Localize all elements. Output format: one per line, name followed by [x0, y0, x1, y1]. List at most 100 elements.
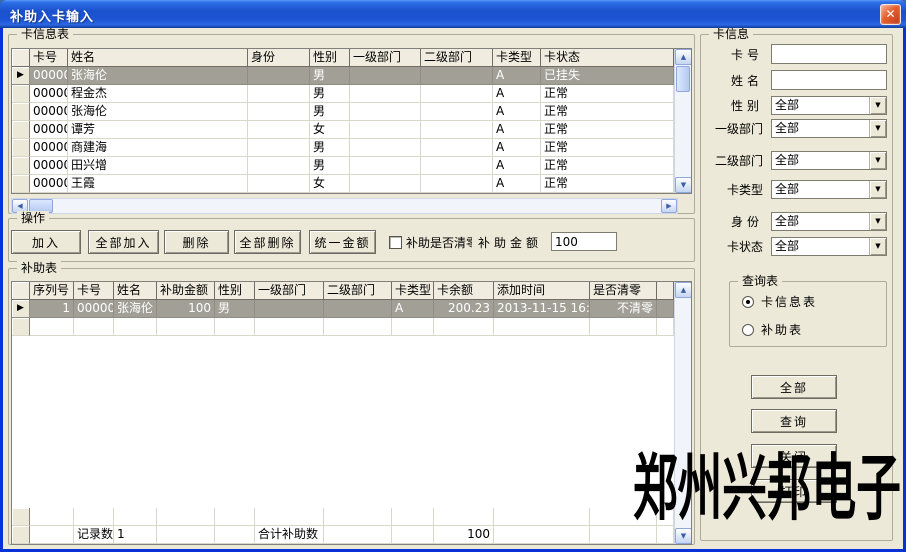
gender-label: 性别 — [705, 99, 763, 114]
table-row[interactable]: 000007 田兴增 男 A 正常 — [12, 157, 674, 175]
clear-subsidy-checkbox[interactable] — [389, 236, 402, 249]
row-indicator-icon: ▶ — [17, 303, 24, 313]
delete-all-button[interactable]: 全部删除 — [234, 230, 301, 254]
column-header: 卡号 — [74, 282, 114, 300]
clear-subsidy-checkbox-label: 补助是否清零 — [406, 236, 472, 251]
client-area: 卡信息表 卡号 姓名 身份 性别 一级部门 二级部门 卡类型 卡状态 — [3, 28, 903, 549]
group-card-info-search: 卡信息 卡号 姓名 性别 全部 ▼ 一级部门 全部 ▼ 二级部门 全部 ▼ 卡类… — [700, 34, 893, 541]
card-type-label: 卡类型 — [705, 183, 763, 198]
chevron-down-icon[interactable]: ▼ — [869, 97, 886, 114]
group-label-query-table: 查询表 — [738, 274, 782, 289]
card-type-select[interactable]: 全部 ▼ — [771, 180, 887, 199]
scroll-up-icon[interactable]: ▲ — [675, 282, 692, 298]
titlebar: 补助入卡输入 ✕ — [0, 0, 906, 28]
group-label-card-info-table: 卡信息表 — [17, 28, 73, 42]
add-all-button[interactable]: 全部加入 — [88, 230, 159, 254]
group-label-subsidy-table: 补助表 — [17, 261, 61, 276]
scroll-down-icon[interactable]: ▼ — [675, 528, 692, 544]
row-indicator-icon: ▶ — [17, 70, 24, 80]
chevron-down-icon[interactable]: ▼ — [869, 238, 886, 255]
table-row[interactable]: 000002 程金杰 男 A 正常 — [12, 85, 674, 103]
card-no-input[interactable] — [771, 44, 887, 64]
chevron-down-icon[interactable]: ▼ — [869, 181, 886, 198]
radio-card-info-table-label: 卡信息表 — [761, 295, 817, 310]
scrollbar-track[interactable] — [54, 199, 661, 213]
window-title: 补助入卡输入 — [10, 6, 94, 25]
group-operation: 操作 加入 全部加入 删除 全部删除 统一金额 补助是否清零 补助金额 — [8, 218, 695, 262]
column-header: 二级部门 — [421, 49, 493, 67]
radio-card-info-table[interactable] — [742, 296, 754, 308]
scroll-up-icon[interactable]: ▲ — [675, 49, 692, 65]
scrollbar-thumb[interactable] — [676, 66, 690, 92]
table-row[interactable]: 000006 商建海 男 A 正常 — [12, 139, 674, 157]
radio-subsidy-table[interactable] — [742, 324, 754, 336]
all-button[interactable]: 全部 — [751, 375, 837, 399]
subsidy-grid-header: 序列号 卡号 姓名 补助金额 性别 一级部门 二级部门 卡类型 卡余额 添加时间… — [12, 282, 674, 300]
column-header: 卡状态 — [541, 49, 674, 67]
card-status-select[interactable]: 全部 ▼ — [771, 237, 887, 256]
add-button[interactable]: 加入 — [11, 230, 81, 254]
dept2-label: 二级部门 — [705, 154, 763, 169]
identity-label: 身份 — [705, 215, 763, 230]
column-header: 添加时间 — [494, 282, 590, 300]
subsidy-amount-label: 补助金额 — [478, 236, 542, 251]
records-count-label: 记录数 — [74, 526, 114, 544]
column-header: 一级部门 — [255, 282, 324, 300]
table-row[interactable] — [12, 318, 674, 336]
table-row[interactable]: ▶ 1 000001 张海伦 100 男 A 200.23 2013-11-15… — [12, 300, 674, 318]
summary-row: 记录数 1 合计补助数 100 — [12, 526, 674, 544]
delete-button[interactable]: 删除 — [164, 230, 229, 254]
column-header: 补助金额 — [157, 282, 215, 300]
radio-subsidy-table-label: 补助表 — [761, 323, 803, 338]
column-header: 二级部门 — [324, 282, 392, 300]
column-header: 身份 — [248, 49, 310, 67]
scroll-right-icon[interactable]: ▶ — [661, 199, 677, 213]
table-row[interactable]: 000005 谭芳 女 A 正常 — [12, 121, 674, 139]
unify-amount-button[interactable]: 统一金额 — [309, 230, 376, 254]
table-row[interactable]: 000008 王霞 女 A 正常 — [12, 175, 674, 193]
card-no-label: 卡号 — [705, 48, 763, 63]
column-header: 性别 — [215, 282, 255, 300]
horizontal-scrollbar: ◀ ▶ — [11, 198, 678, 214]
chevron-down-icon[interactable]: ▼ — [869, 213, 886, 230]
table-row[interactable]: 000003 张海伦 男 A 正常 — [12, 103, 674, 121]
close-window-button[interactable]: 关闭 — [751, 444, 837, 468]
scrollbar-track[interactable] — [675, 93, 691, 177]
gender-select[interactable]: 全部 ▼ — [771, 96, 887, 115]
subsidy-grid-footer-area: 记录数 1 合计补助数 100 — [12, 508, 674, 544]
dept2-select[interactable]: 全部 ▼ — [771, 151, 887, 170]
close-icon: ✕ — [885, 7, 895, 21]
chevron-down-icon[interactable]: ▼ — [869, 152, 886, 169]
vertical-scrollbar: ▲ ▼ — [674, 49, 691, 193]
column-header: 卡类型 — [392, 282, 434, 300]
table-row[interactable]: ▶ 000001 张海伦 男 A 已挂失 — [12, 67, 674, 85]
identity-select[interactable]: 全部 ▼ — [771, 212, 887, 231]
close-button[interactable]: ✕ — [880, 4, 901, 25]
subsidy-grid: 序列号 卡号 姓名 补助金额 性别 一级部门 二级部门 卡类型 卡余额 添加时间… — [11, 281, 692, 545]
name-input[interactable] — [771, 70, 887, 90]
subsidy-amount-input[interactable] — [551, 232, 617, 251]
group-label-operation: 操作 — [17, 211, 49, 226]
chevron-down-icon[interactable]: ▼ — [869, 120, 886, 137]
column-header: 一级部门 — [350, 49, 421, 67]
card-info-grid-header: 卡号 姓名 身份 性别 一级部门 二级部门 卡类型 卡状态 — [12, 49, 674, 67]
column-header: 卡类型 — [493, 49, 541, 67]
name-label: 姓名 — [705, 74, 763, 89]
group-subsidy-table: 补助表 序列号 卡号 姓名 补助金额 性别 一级部门 二级部门 卡类型 卡余额 — [8, 268, 695, 545]
query-button[interactable]: 查询 — [751, 409, 837, 433]
print-button[interactable]: 打印 — [751, 479, 837, 503]
total-subsidy-value: 100 — [434, 526, 494, 544]
group-label-card-info-search: 卡信息 — [709, 28, 753, 42]
column-header: 性别 — [310, 49, 350, 67]
column-header: 是否清零 — [590, 282, 657, 300]
scroll-down-icon[interactable]: ▼ — [675, 177, 692, 193]
column-header: 序列号 — [30, 282, 74, 300]
group-query-table: 查询表 卡信息表 补助表 — [729, 281, 887, 347]
column-header: 卡号 — [30, 49, 68, 67]
dept1-label: 一级部门 — [705, 122, 763, 137]
scrollbar-track[interactable] — [675, 298, 691, 528]
card-info-grid: 卡号 姓名 身份 性别 一级部门 二级部门 卡类型 卡状态 ▶ 000001 张… — [11, 48, 692, 194]
vertical-scrollbar: ▲ ▼ — [674, 282, 691, 544]
dept1-select[interactable]: 全部 ▼ — [771, 119, 887, 138]
app-window: 补助入卡输入 ✕ 卡信息表 卡号 姓名 身份 性别 一级部门 二级部门 — [0, 0, 906, 552]
